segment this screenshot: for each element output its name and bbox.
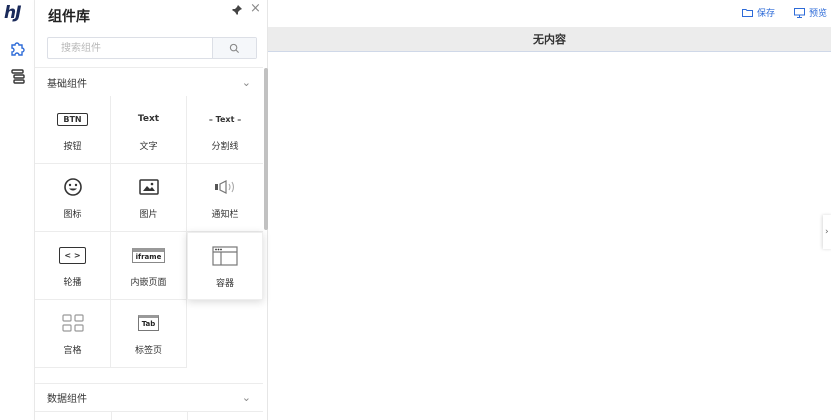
app-logo: hJ xyxy=(4,3,21,23)
divider-icon: – Text – xyxy=(208,114,242,124)
component-label: 容器 xyxy=(215,279,234,289)
component-label: 图标 xyxy=(63,210,82,220)
text-icon: Text xyxy=(137,114,160,124)
canvas-header: 无内容 xyxy=(268,27,831,52)
component-label: 图片 xyxy=(139,210,158,220)
app-root: hJ 组件库 × 基础组件 ⌄ BTN xyxy=(0,0,831,420)
expand-panel-button[interactable]: › xyxy=(823,215,831,249)
smiley-icon xyxy=(35,176,110,198)
grid-icon xyxy=(35,312,110,334)
section-basic-components[interactable]: 基础组件 ⌄ xyxy=(35,67,263,96)
section-label: 基础组件 xyxy=(47,78,87,90)
button-icon: BTN xyxy=(35,108,110,130)
chevron-down-icon: ⌄ xyxy=(241,391,251,404)
component-label: 分割线 xyxy=(211,142,239,152)
component-label: 标签页 xyxy=(134,346,162,356)
folder-icon xyxy=(742,9,753,17)
component-iframe[interactable]: iframe 内嵌页面 xyxy=(111,232,187,300)
design-canvas[interactable]: 无内容 › xyxy=(268,24,831,420)
left-rail: hJ xyxy=(0,0,35,420)
panel-title: 组件库 xyxy=(48,9,90,25)
component-image[interactable]: 图片 xyxy=(111,164,187,232)
save-label: 保存 xyxy=(757,9,776,19)
preview-button[interactable]: 预览 xyxy=(794,6,827,19)
component-carousel[interactable]: < > 轮播 xyxy=(35,232,111,300)
component-label: 通知栏 xyxy=(211,210,239,220)
component-divider[interactable]: – Text – 分割线 xyxy=(187,96,263,164)
component-tabs[interactable]: Tab 标签页 xyxy=(111,300,187,368)
search-button[interactable] xyxy=(212,38,256,58)
component-text[interactable]: Text 文字 xyxy=(111,96,187,164)
next-section-row xyxy=(35,411,263,420)
component-label: 内嵌页面 xyxy=(130,278,167,288)
close-icon[interactable]: × xyxy=(250,1,261,16)
monitor-icon xyxy=(794,7,805,18)
component-grid-layout[interactable]: 宫格 xyxy=(35,300,111,368)
tab-icon: Tab xyxy=(111,312,186,334)
puzzle-icon[interactable] xyxy=(8,38,28,58)
outline-list-icon[interactable] xyxy=(8,66,28,86)
search-input[interactable] xyxy=(48,38,212,58)
container-icon xyxy=(188,245,262,267)
section-label: 数据组件 xyxy=(47,394,87,405)
top-toolbar: 保存 预览 xyxy=(268,0,831,24)
chevron-right-icon: › xyxy=(825,227,829,237)
component-notice-bar[interactable]: 通知栏 xyxy=(187,164,263,232)
component-label: 按钮 xyxy=(63,142,82,152)
search-box xyxy=(47,37,257,59)
component-panel: 组件库 × 基础组件 ⌄ BTN 按钮 Text xyxy=(35,0,268,420)
section-data-components[interactable]: 数据组件 ⌄ xyxy=(35,383,263,411)
component-icon[interactable]: 图标 xyxy=(35,164,111,232)
component-button[interactable]: BTN 按钮 xyxy=(35,96,111,164)
component-container[interactable]: 容器 xyxy=(187,232,263,300)
pin-icon[interactable] xyxy=(231,4,243,19)
preview-label: 预览 xyxy=(809,9,828,19)
image-icon xyxy=(111,176,186,198)
iframe-icon: iframe xyxy=(111,244,186,266)
component-label: 轮播 xyxy=(63,278,82,288)
save-button[interactable]: 保存 xyxy=(742,6,775,19)
carousel-icon: < > xyxy=(35,244,110,266)
component-label: 文字 xyxy=(139,142,158,152)
speaker-icon xyxy=(187,176,263,198)
component-label: 宫格 xyxy=(63,346,82,356)
search-icon xyxy=(229,43,240,53)
chevron-down-icon: ⌄ xyxy=(241,75,251,89)
